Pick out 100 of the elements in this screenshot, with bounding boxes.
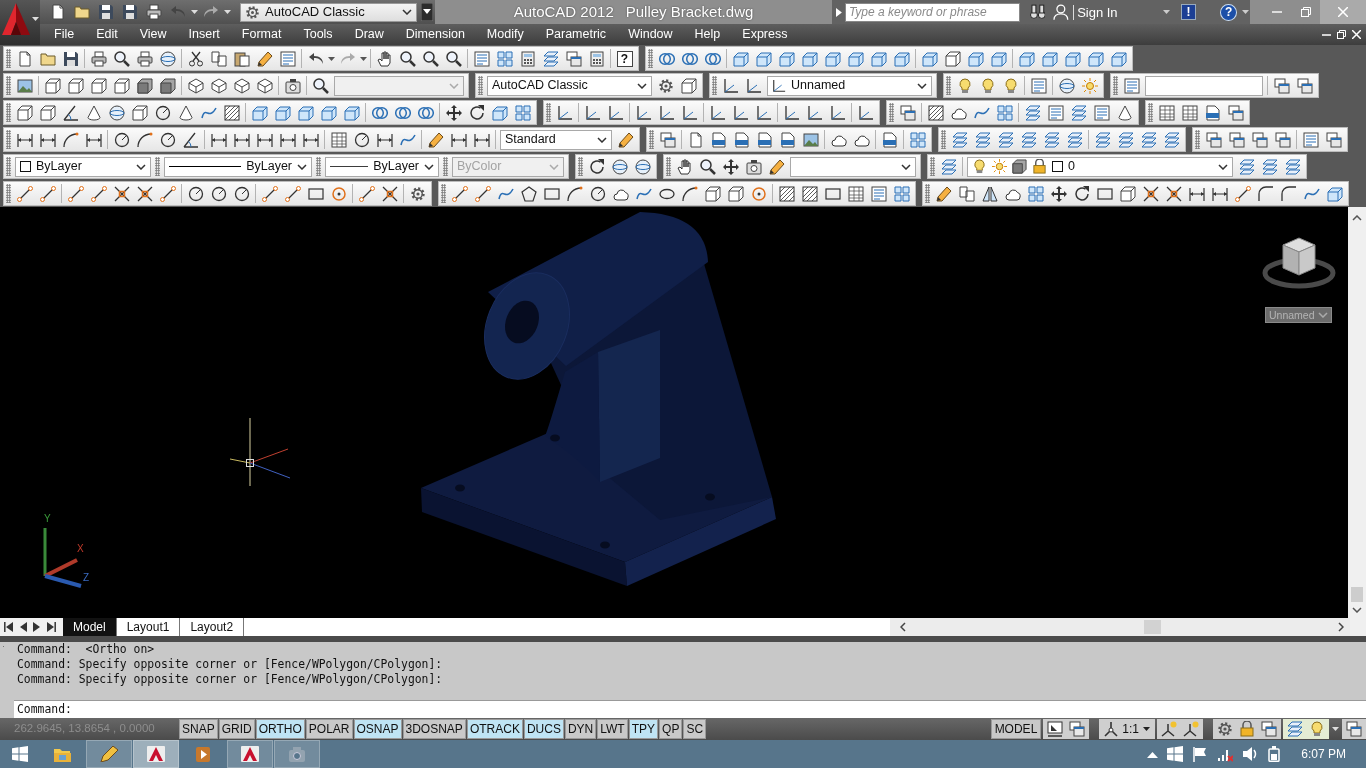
axes-icon[interactable]: [806, 104, 823, 121]
line-icon[interactable]: [474, 185, 491, 202]
hatch-icon[interactable]: [778, 185, 795, 202]
dimension-icon[interactable]: [256, 131, 273, 148]
magnifier-icon[interactable]: [699, 158, 716, 175]
caret-icon[interactable]: [1143, 727, 1150, 731]
four-panes-icon[interactable]: [1167, 746, 1184, 762]
tripod-spark-icon[interactable]: [1183, 721, 1199, 737]
property-sheet-icon[interactable]: [1093, 104, 1110, 121]
color-dropdown[interactable]: ByLayer: [15, 156, 151, 177]
stacked-windows-icon[interactable]: [1069, 721, 1086, 737]
chevron-down-icon[interactable]: [136, 163, 146, 170]
workspace-dropdown[interactable]: AutoCAD Classic: [487, 75, 652, 96]
chevron-down-icon[interactable]: [424, 163, 434, 170]
axes-icon[interactable]: [681, 104, 698, 121]
overlapping-circles-icon[interactable]: [394, 104, 411, 121]
layers-icon[interactable]: [940, 158, 957, 175]
scrollbar-thumb[interactable]: [1144, 620, 1161, 634]
overlapping-circles-icon[interactable]: [681, 50, 698, 67]
chevron-down-icon[interactable]: [597, 136, 607, 143]
grid-squares-icon[interactable]: [909, 131, 926, 148]
image-icon[interactable]: [802, 131, 819, 148]
layers-icon[interactable]: [1163, 131, 1180, 148]
dimension-icon[interactable]: [39, 131, 56, 148]
angle-icon[interactable]: [62, 104, 79, 121]
bar-triangle-right-icon[interactable]: [46, 622, 56, 632]
iso-cube-icon[interactable]: [210, 77, 227, 94]
horizontal-scrollbar[interactable]: [890, 618, 1350, 636]
pencil-icon[interactable]: [617, 131, 634, 148]
cube-icon[interactable]: [704, 185, 721, 202]
dropdown-field[interactable]: [790, 156, 916, 177]
gear-icon[interactable]: [409, 185, 426, 202]
status-toggle[interactable]: LWT: [597, 719, 628, 739]
filled-cube-icon[interactable]: [921, 50, 938, 67]
chevron-up-icon[interactable]: [1352, 215, 1362, 221]
circle-icon[interactable]: [159, 131, 176, 148]
filled-cube-icon[interactable]: [1041, 50, 1058, 67]
shaded-cube-icon[interactable]: [1012, 159, 1027, 174]
taskbar-app-button[interactable]: [227, 740, 273, 768]
filled-cube-icon[interactable]: [755, 50, 772, 67]
move-arrows-icon[interactable]: [1050, 185, 1067, 202]
rectangle-icon[interactable]: [1096, 185, 1113, 202]
dimension-icon[interactable]: [302, 131, 319, 148]
lightbulb-icon[interactable]: [956, 77, 973, 94]
page-icon[interactable]: [16, 50, 33, 67]
rectangle-icon[interactable]: [543, 185, 560, 202]
point-icon[interactable]: [330, 185, 347, 202]
copy-pages-icon[interactable]: [958, 185, 975, 202]
axes-icon[interactable]: [722, 77, 739, 94]
document-icon[interactable]: [779, 131, 796, 148]
layers-icon[interactable]: [542, 50, 559, 67]
input-field[interactable]: [1145, 75, 1263, 96]
cube-icon[interactable]: [944, 50, 961, 67]
filled-cube-icon[interactable]: [870, 50, 887, 67]
model-space-button[interactable]: MODEL: [990, 719, 1042, 739]
battery-icon[interactable]: [1266, 746, 1283, 762]
layers-icon[interactable]: [974, 131, 991, 148]
lineweight-dropdown[interactable]: ByLayer: [325, 156, 439, 177]
property-sheet-icon[interactable]: [870, 185, 887, 202]
cone-icon[interactable]: [1116, 104, 1133, 121]
magnifier-icon[interactable]: [422, 50, 439, 67]
layers-icon[interactable]: [1140, 131, 1157, 148]
grid-squares-icon[interactable]: [514, 104, 531, 121]
triangle-right-icon[interactable]: [32, 622, 42, 632]
search-field[interactable]: Type a keyword or phrase: [844, 2, 1020, 22]
chevron-down-icon[interactable]: [402, 9, 412, 15]
stacked-windows-icon[interactable]: [899, 104, 916, 121]
dimension-style-dropdown[interactable]: Standard: [500, 129, 612, 150]
line-icon[interactable]: [451, 185, 468, 202]
status-toggle[interactable]: SNAP: [179, 719, 218, 739]
filled-cube-icon[interactable]: [343, 104, 360, 121]
rotate-arrow-icon[interactable]: [468, 104, 485, 121]
document-icon[interactable]: [756, 131, 773, 148]
sun-icon[interactable]: [992, 159, 1007, 174]
arc-icon[interactable]: [566, 185, 583, 202]
camera-icon[interactable]: [284, 77, 301, 94]
snap-marker-icon[interactable]: [1142, 185, 1159, 202]
rectangle-icon[interactable]: [307, 185, 324, 202]
cube-icon[interactable]: [1119, 185, 1136, 202]
sun-icon[interactable]: [1081, 77, 1098, 94]
clock-time[interactable]: 6:07 PM: [1301, 746, 1346, 762]
stacked-windows-icon[interactable]: [1325, 131, 1342, 148]
point-icon[interactable]: [750, 185, 767, 202]
status-toggle[interactable]: DUCS: [523, 719, 564, 739]
stacked-windows-icon[interactable]: [1205, 131, 1222, 148]
snap-marker-icon[interactable]: [1165, 185, 1182, 202]
iso-cube-icon[interactable]: [233, 77, 250, 94]
linetype-dropdown[interactable]: ByLayer: [164, 156, 312, 177]
mirror-triangles-icon[interactable]: [981, 185, 998, 202]
filled-cube-icon[interactable]: [801, 50, 818, 67]
scrollbar-thumb[interactable]: [1351, 587, 1363, 602]
line-icon[interactable]: [261, 185, 278, 202]
circle-icon[interactable]: [233, 185, 250, 202]
filled-cube-icon[interactable]: [274, 104, 291, 121]
snap-marker-icon[interactable]: [113, 185, 130, 202]
property-sheet-icon[interactable]: [1123, 77, 1140, 94]
filled-cube-icon[interactable]: [1064, 50, 1081, 67]
menu-item[interactable]: Help: [683, 27, 732, 42]
filled-cube-icon[interactable]: [491, 104, 508, 121]
magnifier-icon[interactable]: [312, 77, 329, 94]
